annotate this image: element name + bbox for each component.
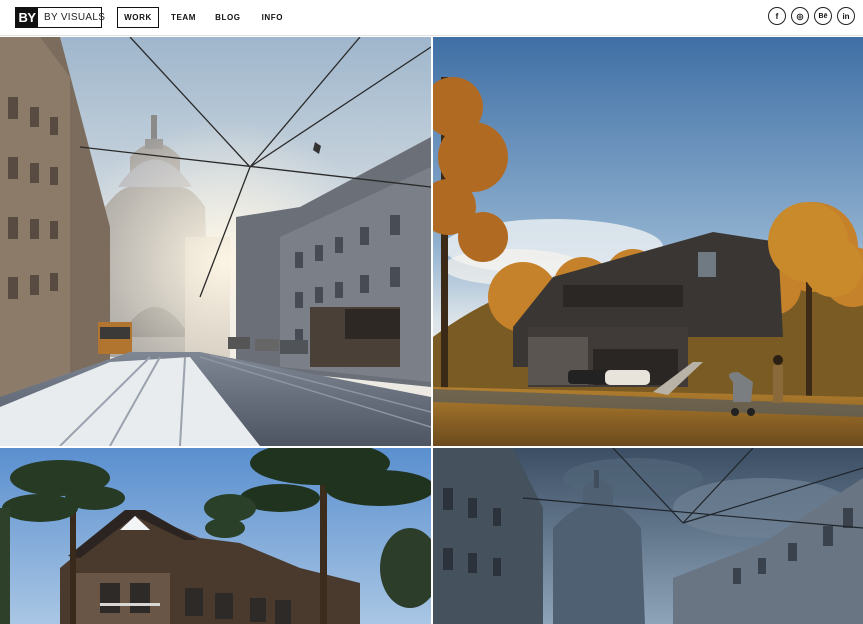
snowy-street-image [0,37,431,446]
forest-house-image [0,448,431,624]
main-nav: WORK TEAM BLOG INFO [117,7,283,28]
logo-text: BY VISUALS [44,12,106,23]
nav-info[interactable]: INFO [262,7,284,28]
gallery-tile-snowy-street[interactable] [0,37,431,446]
gallery-tile-forest-house[interactable] [0,448,431,624]
instagram-icon[interactable]: ◎ [791,7,809,25]
nav-team[interactable]: TEAM [171,7,196,28]
gallery-tile-autumn-house[interactable] [433,37,863,446]
gallery-tile-stormy-street[interactable] [433,448,863,624]
nav-work[interactable]: WORK [117,7,159,28]
logo[interactable]: BY BY VISUALS [15,7,106,28]
social-links: f ◎ Bē in [768,7,855,25]
facebook-icon[interactable]: f [768,7,786,25]
behance-icon[interactable]: Bē [814,7,832,25]
logo-mark: BY [16,8,38,27]
site-header: BY BY VISUALS WORK TEAM BLOG INFO f ◎ Bē… [0,0,863,36]
linkedin-icon[interactable]: in [837,7,855,25]
autumn-house-image [433,37,863,446]
stormy-street-image [433,448,863,624]
nav-blog[interactable]: BLOG [215,7,241,28]
